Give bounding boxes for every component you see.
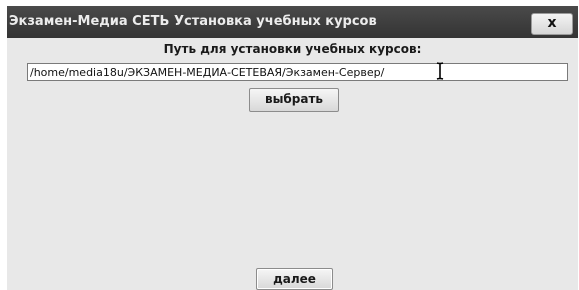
installer-window: Экзамен-Медиа СЕТЬ Установка учебных кур… [7,6,578,290]
path-label: Путь для установки учебных курсов: [163,42,422,56]
title-bar[interactable]: Экзамен-Медиа СЕТЬ Установка учебных кур… [7,6,578,38]
close-button[interactable]: x [531,13,573,35]
next-button[interactable]: далее [256,268,333,290]
path-input[interactable] [27,63,568,81]
text-cursor-icon [436,62,444,80]
choose-button[interactable]: выбрать [249,88,339,112]
dialog-title: Установка учебных курсов [174,14,377,29]
app-title: Экзамен-Медиа СЕТЬ [9,14,170,29]
